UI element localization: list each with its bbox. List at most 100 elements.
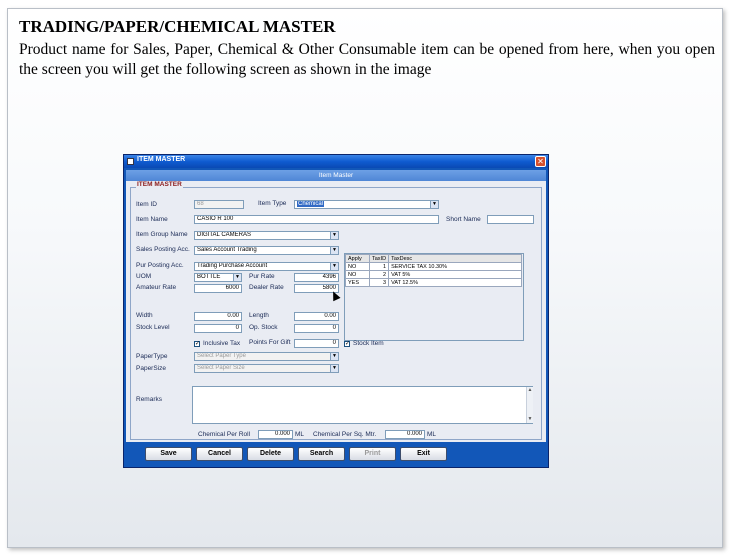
tax-desc-cell: SERVICE TAX 10.30% (388, 262, 523, 271)
item-type-value: Chemical (297, 201, 325, 207)
pur-rate-field[interactable]: 4396 (294, 273, 339, 282)
tax-id-cell: 1 (368, 262, 390, 271)
page-title: TRADING/PAPER/CHEMICAL MASTER (19, 17, 336, 36)
width-field[interactable]: 0.00 (194, 312, 242, 321)
inclusive-tax-checkbox[interactable]: ✓ (194, 341, 200, 347)
stock-level-field[interactable]: 0 (194, 324, 242, 333)
window-title: ITEM MASTER (137, 156, 186, 163)
sales-posting-select[interactable]: Sales Account Trading ▼ (194, 246, 339, 255)
item-type-label: Item Type (258, 200, 287, 207)
item-group-select[interactable]: DIGITAL CAMERAS ▼ (194, 231, 339, 240)
table-row[interactable]: YES 3 VAT 12.5% (345, 278, 523, 287)
group-label: ITEM MASTER (136, 181, 183, 188)
tax-header-taxdesc: TaxDesc (388, 254, 523, 263)
tax-apply-cell[interactable]: NO (345, 270, 370, 279)
app-icon (127, 158, 134, 165)
window-titlebar[interactable]: ITEM MASTER ✕ (124, 155, 548, 168)
stock-level-label: Stock Level (136, 324, 170, 331)
chevron-down-icon[interactable]: ▼ (233, 274, 241, 281)
remarks-scrollbar[interactable]: ▲ ▼ (526, 387, 533, 423)
length-field[interactable]: 0.00 (294, 312, 339, 321)
button-bar: Save Cancel Delete Search Print Exit (126, 443, 546, 465)
points-for-gift-label: Points For Gift (249, 339, 291, 346)
item-group-label: Item Group Name (136, 231, 188, 238)
remarks-textarea[interactable] (192, 386, 533, 424)
chevron-down-icon[interactable]: ▼ (330, 365, 338, 372)
search-button[interactable]: Search (298, 447, 345, 461)
tax-apply-cell[interactable]: NO (345, 262, 370, 271)
sales-posting-label: Sales Posting Acc. (136, 246, 190, 253)
op-stock-label: Op. Stock (249, 324, 278, 331)
pur-posting-label: Pur Posting Acc. (136, 262, 184, 269)
chevron-down-icon[interactable]: ▼ (330, 232, 338, 239)
short-name-label: Short Name (446, 216, 481, 223)
chem-per-sqm-field[interactable]: 0.000 (385, 430, 425, 439)
points-for-gift-field[interactable]: 0 (294, 339, 339, 348)
paper-size-select[interactable]: Select Paper Size ▼ (194, 364, 339, 373)
item-master-window: ITEM MASTER ✕ Item Master ITEM MASTER It… (123, 154, 549, 468)
inclusive-tax-label: Inclusive Tax (203, 340, 241, 347)
save-button[interactable]: Save (145, 447, 192, 461)
form-title: Item Master (126, 170, 546, 181)
scroll-up-icon[interactable]: ▲ (527, 387, 533, 393)
width-label: Width (136, 312, 153, 319)
tax-apply-cell[interactable]: YES (345, 278, 370, 287)
tax-header-row: Apply TaxID TaxDesc (345, 254, 523, 263)
amateur-rate-label: Amateur Rate (136, 284, 177, 291)
tax-header-apply: Apply (345, 254, 370, 263)
paper-size-placeholder: Select Paper Size (197, 365, 245, 371)
dealer-rate-label: Dealer Rate (249, 284, 284, 291)
length-label: Length (249, 312, 269, 319)
table-row[interactable]: NO 2 VAT 5% (345, 270, 523, 279)
sales-posting-value: Sales Account Trading (197, 247, 257, 253)
item-id-label: Item ID (136, 201, 157, 208)
uom-label: UOM (136, 273, 152, 280)
stock-item-checkbox[interactable]: ✓ (344, 341, 350, 347)
op-stock-field[interactable]: 0 (294, 324, 339, 333)
chevron-down-icon[interactable]: ▼ (330, 263, 338, 270)
paper-type-placeholder: Select Paper Type (197, 353, 246, 359)
item-name-label: Item Name (136, 216, 168, 223)
tax-id-cell: 2 (368, 270, 390, 279)
page-description: Product name for Sales, Paper, Chemical … (19, 41, 715, 78)
scroll-down-icon[interactable]: ▼ (527, 416, 533, 422)
tax-header-taxid: TaxID (368, 254, 390, 263)
item-master-form: Item Master ITEM MASTER Item ID 68 Item … (126, 170, 546, 442)
chevron-down-icon[interactable]: ▼ (330, 353, 338, 360)
exit-button[interactable]: Exit (400, 447, 447, 461)
print-button[interactable]: Print (349, 447, 396, 461)
item-type-select[interactable]: Chemical ▼ (294, 200, 439, 209)
amateur-rate-field[interactable]: 6000 (194, 284, 242, 293)
item-id-field[interactable]: 68 (194, 200, 244, 209)
slide-page: TRADING/PAPER/CHEMICAL MASTER Product na… (7, 8, 723, 548)
chem-per-roll-unit: ML (295, 431, 305, 438)
item-group-value: DIGITAL CAMERAS (197, 232, 252, 238)
tax-id-cell: 3 (368, 278, 390, 287)
paper-type-select[interactable]: Select Paper Type ▼ (194, 352, 339, 361)
chem-per-roll-label: Chemical Per Roll (198, 431, 251, 438)
uom-select[interactable]: BOTTLE ▼ (194, 273, 242, 282)
uom-value: BOTTLE (197, 274, 221, 280)
chem-per-sqm-unit: ML (427, 431, 437, 438)
close-icon[interactable]: ✕ (535, 156, 546, 167)
item-name-field[interactable]: CASIO R 100 (194, 215, 439, 224)
delete-button[interactable]: Delete (247, 447, 294, 461)
chevron-down-icon[interactable]: ▼ (430, 201, 438, 208)
tax-desc-cell: VAT 12.5% (388, 278, 523, 287)
tax-desc-cell: VAT 5% (388, 270, 523, 279)
tax-grid[interactable]: Apply TaxID TaxDesc NO 1 SERVICE TAX 10.… (344, 253, 524, 341)
cancel-button[interactable]: Cancel (196, 447, 243, 461)
stock-item-label: Stock Item (353, 340, 384, 347)
paper-type-label: PaperType (136, 353, 168, 360)
short-name-field[interactable] (487, 215, 534, 224)
chevron-down-icon[interactable]: ▼ (330, 247, 338, 254)
table-row[interactable]: NO 1 SERVICE TAX 10.30% (345, 262, 523, 271)
pur-posting-value: Trading Purchase Account (197, 263, 268, 269)
chem-per-roll-field[interactable]: 0.000 (258, 430, 293, 439)
chem-per-sqm-label: Chemical Per Sq. Mtr. (313, 431, 377, 438)
remarks-label: Remarks (136, 396, 163, 403)
pur-rate-label: Pur Rate (249, 273, 275, 280)
tax-table: Apply TaxID TaxDesc NO 1 SERVICE TAX 10.… (345, 254, 523, 287)
pur-posting-select[interactable]: Trading Purchase Account ▼ (194, 262, 339, 271)
paper-size-label: PaperSize (136, 365, 166, 372)
